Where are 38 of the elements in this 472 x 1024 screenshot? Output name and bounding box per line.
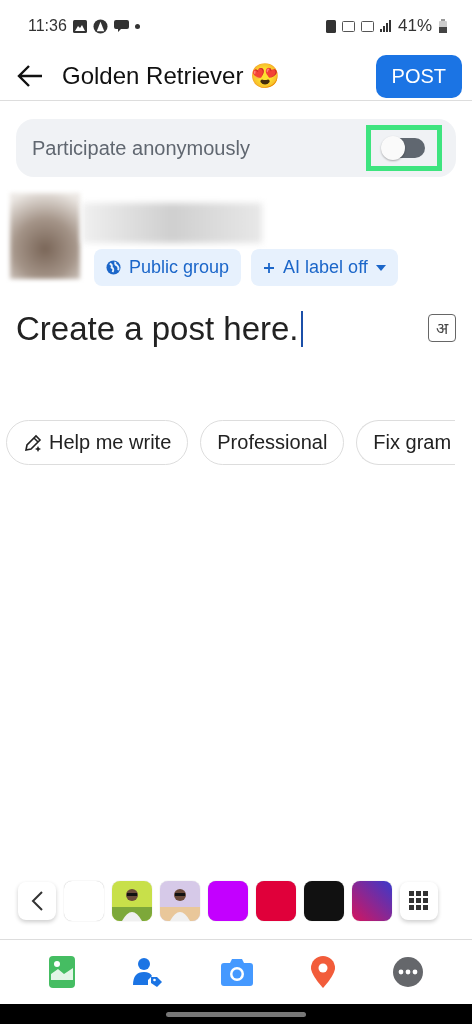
camera-icon[interactable]	[221, 958, 253, 986]
home-indicator[interactable]	[166, 1011, 306, 1017]
battery-icon	[438, 18, 448, 34]
background-swatch[interactable]	[208, 881, 248, 921]
grid-button[interactable]	[400, 882, 438, 920]
sim-icon	[325, 19, 336, 33]
globe-icon	[106, 260, 121, 275]
group-title: Golden Retriever 😍	[62, 62, 281, 90]
script-key-button[interactable]: अ	[428, 314, 456, 342]
location-pin-icon[interactable]	[311, 956, 335, 988]
background-swatch[interactable]	[304, 881, 344, 921]
status-time: 11:36	[28, 17, 67, 35]
background-swatch[interactable]	[352, 881, 392, 921]
back-chevron-button[interactable]	[18, 882, 56, 920]
suggestion-chip[interactable]: Help me write	[6, 420, 189, 465]
tag-person-icon[interactable]	[133, 957, 163, 987]
signal-icon	[379, 20, 392, 32]
suggestion-chip[interactable]: Professional	[200, 420, 345, 465]
gallery-icon	[72, 19, 87, 33]
anonymous-label: Participate anonymously	[32, 136, 251, 160]
post-text-field[interactable]: Create a post here.	[16, 310, 428, 348]
toggle-switch[interactable]	[366, 125, 442, 171]
ai-label-chip[interactable]: AI label off	[251, 249, 398, 286]
plus-icon	[263, 261, 276, 274]
chat-icon	[113, 19, 129, 33]
app-logo-icon	[92, 18, 108, 34]
back-arrow-icon[interactable]	[16, 64, 44, 88]
battery-percent: 41%	[397, 16, 432, 36]
audience-chip[interactable]: Public group	[94, 249, 242, 286]
suggestion-chip[interactable]: Fix gram	[356, 420, 456, 465]
chevron-left-icon	[30, 890, 44, 912]
dot-icon	[134, 23, 140, 29]
pencil-sparkle-icon	[23, 432, 43, 453]
more-icon[interactable]	[393, 957, 423, 987]
grid-icon	[409, 891, 429, 911]
caret-icon	[375, 264, 386, 271]
post-button[interactable]: POST	[375, 54, 462, 98]
background-swatch[interactable]	[256, 881, 296, 921]
